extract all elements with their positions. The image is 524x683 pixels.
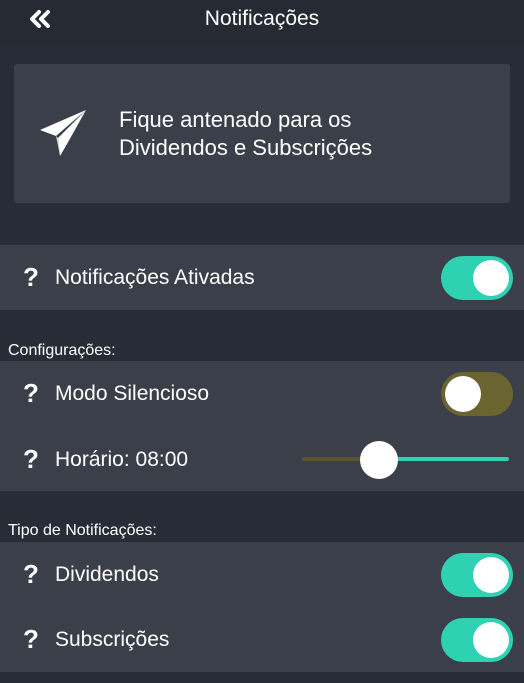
hero-card: Fique antenado para os Dividendos e Subs… xyxy=(14,64,510,203)
slider-thumb[interactable] xyxy=(359,441,398,479)
dividendos-toggle[interactable] xyxy=(441,553,513,597)
help-icon[interactable]: ? xyxy=(20,378,42,408)
toggle-knob xyxy=(473,260,509,296)
hero-line-2: Dividendos e Subscrições xyxy=(119,135,373,160)
silent-mode-toggle[interactable] xyxy=(441,372,513,416)
help-icon[interactable]: ? xyxy=(20,624,42,654)
main-toggle-panel: ? Notificações Ativadas xyxy=(0,245,524,310)
help-icon[interactable]: ? xyxy=(20,262,42,292)
schedule-slider[interactable] xyxy=(302,441,509,479)
silent-mode-row: ? Modo Silencioso xyxy=(0,361,524,425)
slider-track-remaining xyxy=(378,457,509,461)
config-section-label: Configurações: xyxy=(8,342,116,359)
schedule-row: ? Horário: 08:00 xyxy=(0,427,524,491)
config-panel: ? Modo Silencioso ? Horário: 08:00 xyxy=(0,361,524,491)
schedule-label: Horário: 08:00 xyxy=(55,448,189,471)
types-section-label: Tipo de Notificações: xyxy=(8,522,157,539)
dividendos-label: Dividendos xyxy=(55,563,159,586)
toggle-knob xyxy=(473,557,509,593)
hero-message: Fique antenado para os Dividendos e Subs… xyxy=(119,106,499,162)
toggle-knob xyxy=(473,622,509,658)
types-panel: ? Dividendos ? Subscrições xyxy=(0,542,524,672)
hero-line-1: Fique antenado para os xyxy=(119,107,352,132)
notifications-enabled-toggle[interactable] xyxy=(441,256,513,300)
notifications-enabled-row: ? Notificações Ativadas xyxy=(0,245,524,309)
toggle-knob xyxy=(445,376,481,412)
paper-plane-icon xyxy=(36,106,90,160)
header-bar: Notificações xyxy=(0,0,524,46)
notifications-enabled-label: Notificações Ativadas xyxy=(55,266,255,289)
subscricoes-toggle[interactable] xyxy=(441,618,513,662)
subscricoes-label: Subscrições xyxy=(55,628,170,651)
silent-mode-label: Modo Silencioso xyxy=(55,382,210,405)
subscricoes-row: ? Subscrições xyxy=(0,607,524,671)
help-icon[interactable]: ? xyxy=(20,559,42,589)
page-title: Notificações xyxy=(204,7,320,30)
help-icon[interactable]: ? xyxy=(20,444,42,474)
dividendos-row: ? Dividendos xyxy=(0,542,524,606)
